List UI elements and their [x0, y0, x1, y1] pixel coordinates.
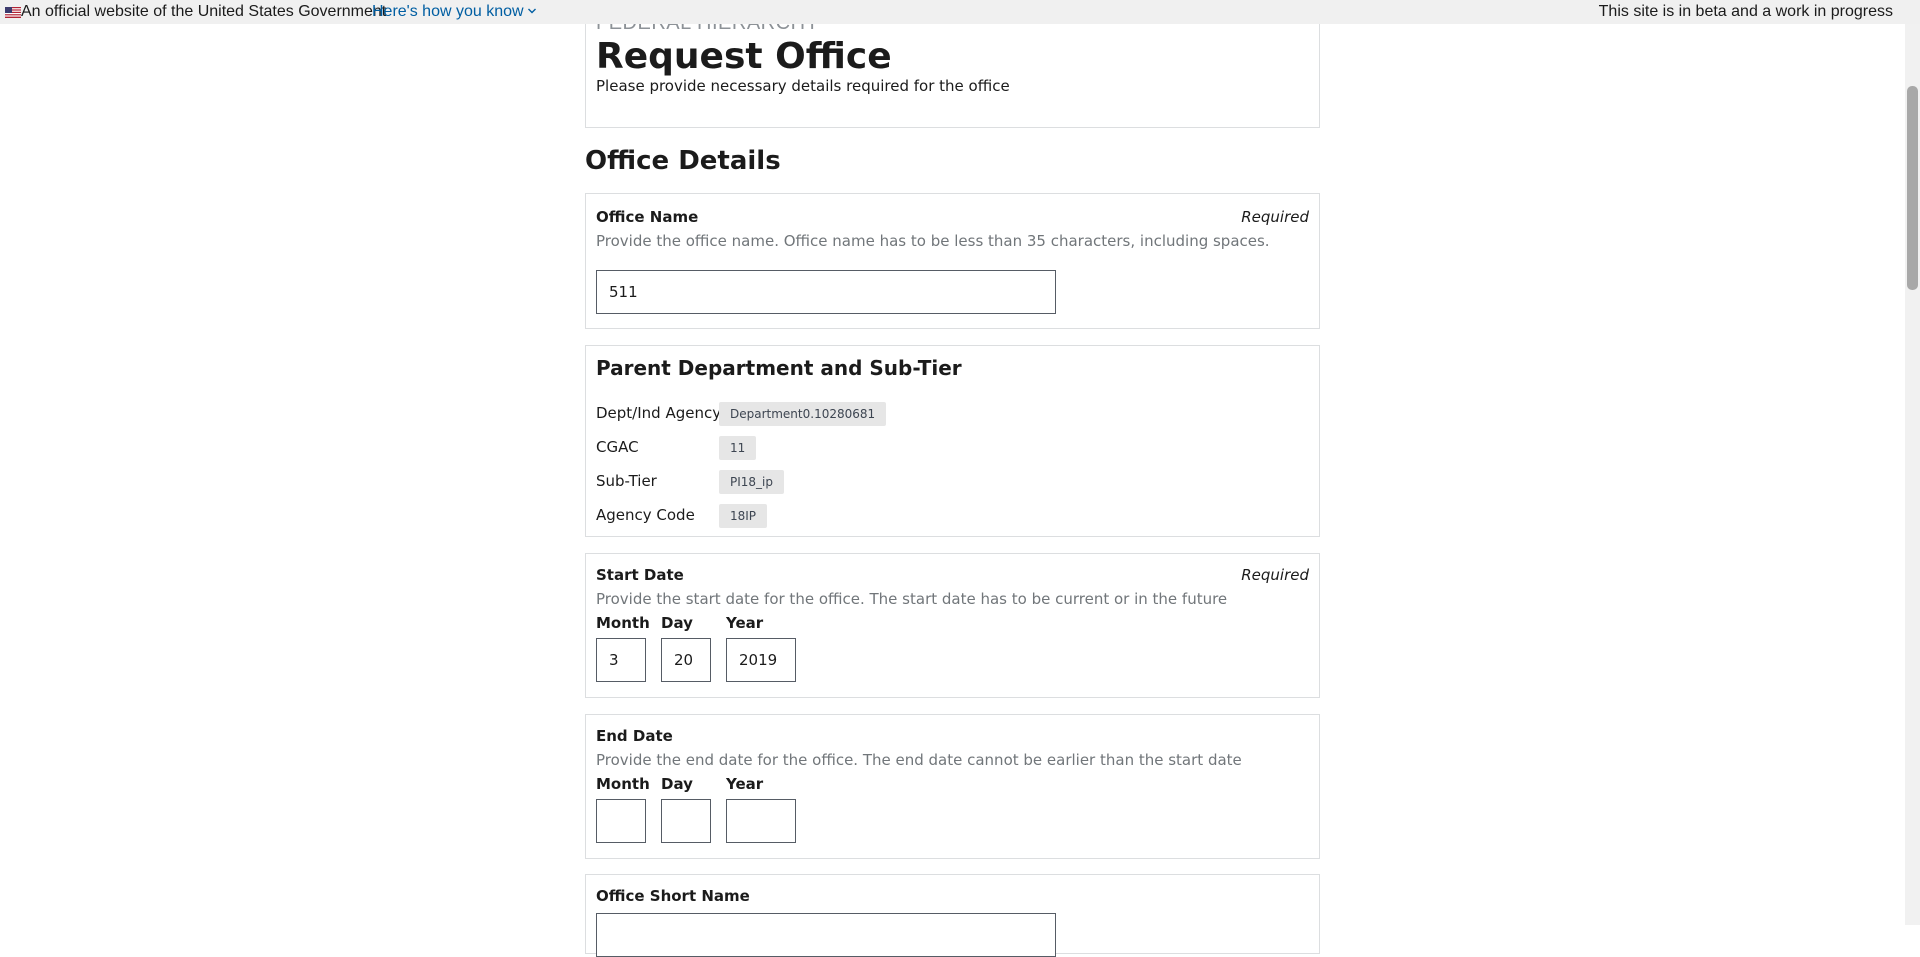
parent-department-card: Parent Department and Sub-Tier Dept/Ind … [585, 345, 1320, 537]
sub-tier-label: Sub-Tier [596, 472, 657, 490]
end-month-input[interactable] [596, 799, 646, 843]
parent-department-heading: Parent Department and Sub-Tier [596, 356, 962, 380]
start-date-label: Start Date [596, 566, 684, 584]
office-short-name-label: Office Short Name [596, 887, 750, 905]
page-scrollbar[interactable] [1905, 24, 1920, 925]
end-year-input[interactable] [726, 799, 796, 843]
office-short-name-input[interactable] [596, 913, 1056, 957]
page-title: Request Office [596, 36, 892, 77]
office-name-card: Office Name Required Provide the office … [585, 193, 1320, 329]
section-title-office-details: Office Details [585, 146, 781, 176]
dept-agency-value: Department0.10280681 [719, 402, 887, 426]
start-date-card: Start Date Required Provide the start da… [585, 553, 1320, 698]
start-date-required: Required [1241, 566, 1309, 584]
beta-notice: This site is in beta and a work in progr… [1598, 3, 1893, 20]
office-name-input[interactable]: 511 [596, 270, 1056, 314]
agency-code-label: Agency Code [596, 506, 695, 524]
sub-tier-value: PI18_ip [719, 470, 784, 494]
end-month-label: Month [596, 775, 650, 793]
us-flag-icon [5, 7, 21, 18]
end-date-card: End Date Provide the end date for the of… [585, 714, 1320, 859]
how-you-know-link[interactable]: Here's how you know [372, 0, 537, 24]
end-date-label: End Date [596, 727, 673, 745]
start-day-input[interactable]: 20 [661, 638, 711, 682]
end-date-hint: Provide the end date for the office. The… [596, 751, 1242, 769]
end-year-label: Year [726, 775, 764, 793]
start-year-input[interactable]: 2019 [726, 638, 796, 682]
cgac-value: 11 [719, 436, 757, 460]
start-date-hint: Provide the start date for the office. T… [596, 590, 1228, 608]
start-month-input[interactable]: 3 [596, 638, 646, 682]
page-subtitle: Please provide necessary details require… [596, 77, 1010, 95]
chevron-down-icon[interactable] [527, 6, 537, 16]
office-name-required: Required [1241, 208, 1309, 226]
end-day-input[interactable] [661, 799, 711, 843]
start-month-label: Month [596, 614, 650, 632]
office-name-hint: Provide the office name. Office name has… [596, 232, 1270, 250]
start-day-label: Day [661, 614, 693, 632]
cgac-label: CGAC [596, 438, 639, 456]
dept-agency-label: Dept/Ind Agency [596, 404, 722, 422]
start-year-label: Year [726, 614, 764, 632]
office-short-name-card: Office Short Name [585, 874, 1320, 957]
scrollbar-thumb[interactable] [1907, 86, 1918, 290]
gov-banner: An official website of the United States… [0, 0, 1920, 24]
end-day-label: Day [661, 775, 693, 793]
official-website-text: An official website of the United States… [21, 3, 387, 20]
how-you-know-label[interactable]: Here's how you know [372, 3, 524, 20]
agency-code-value: 18IP [719, 504, 768, 528]
office-name-label: Office Name [596, 208, 699, 226]
